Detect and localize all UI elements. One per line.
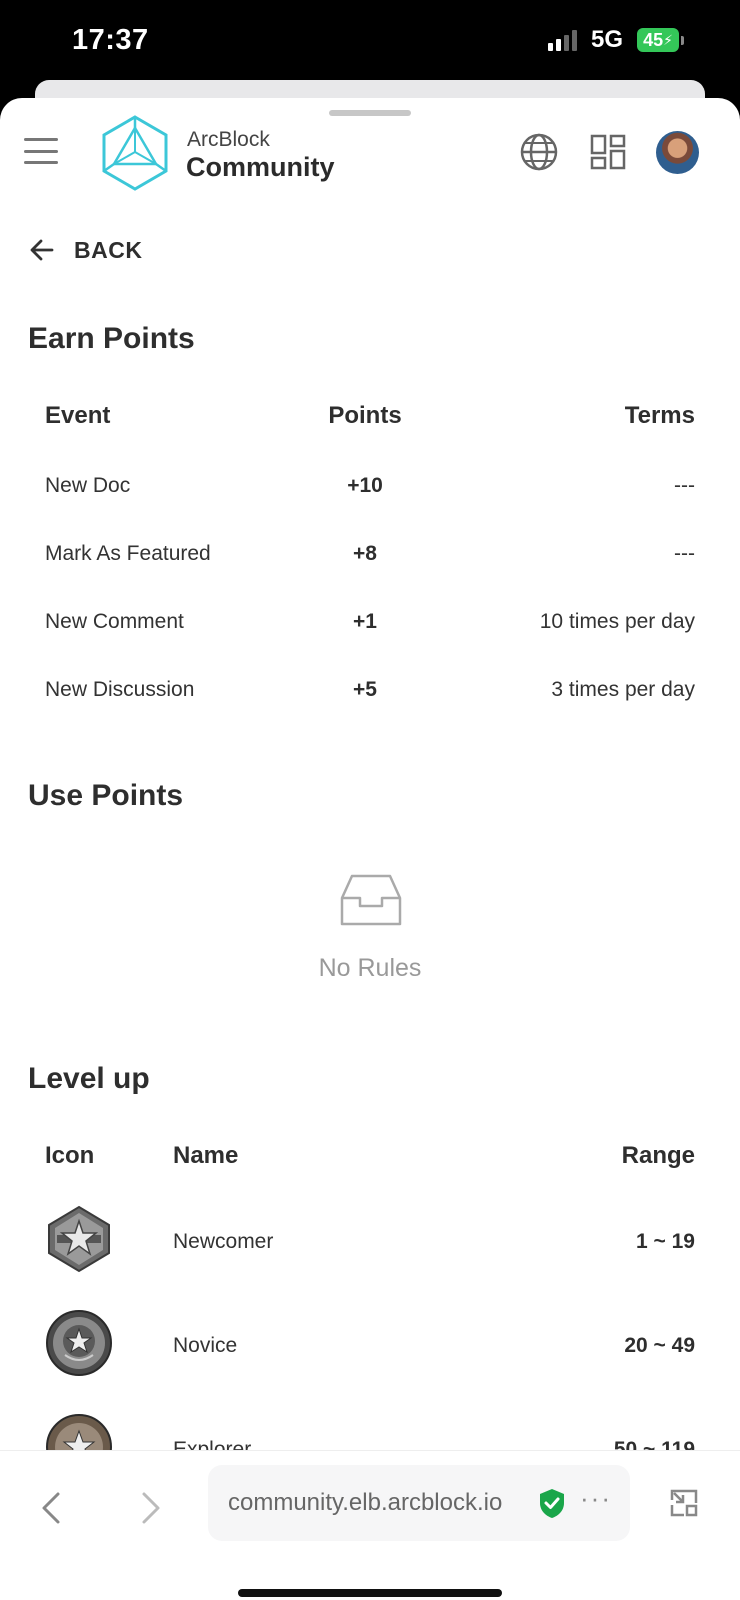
table-row: New Discussion +5 3 times per day (45, 670, 695, 710)
arcblock-logo-icon[interactable] (100, 114, 170, 192)
signal-icon (547, 29, 577, 51)
back-label: BACK (74, 236, 143, 263)
app-header: ArcBlock Community (0, 98, 740, 208)
points-cell: +1 (353, 610, 377, 633)
newcomer-badge-icon (48, 1205, 110, 1272)
back-button[interactable]: BACK (28, 236, 142, 264)
url-text: community.elb.arcblock.io (228, 1489, 503, 1516)
level-up-title: Level up (28, 1062, 150, 1095)
column-header-terms: Terms (624, 402, 695, 429)
column-header-icon: Icon (45, 1142, 95, 1169)
terms-cell: 10 times per day (539, 610, 695, 633)
network-type: 5G (590, 26, 623, 53)
event-cell: New Comment (45, 610, 184, 633)
globe-icon[interactable] (519, 132, 559, 172)
level-name: Novice (173, 1334, 238, 1357)
terms-cell: --- (674, 474, 695, 497)
level-badge-cell (45, 1205, 173, 1280)
home-indicator[interactable] (238, 1589, 502, 1597)
no-rules-text: No Rules (318, 954, 422, 982)
points-cell: +8 (353, 542, 377, 565)
table-row: New Comment +1 10 times per day (45, 602, 695, 642)
arrow-left-icon (30, 239, 54, 261)
browser-back-icon[interactable] (40, 1491, 62, 1525)
use-points-title: Use Points (28, 779, 184, 812)
status-indicators: 5G 45 ⚡ (547, 26, 684, 54)
level-name: Newcomer (173, 1230, 274, 1253)
apps-grid-icon[interactable] (590, 134, 626, 170)
user-avatar[interactable] (656, 131, 699, 174)
menu-icon[interactable] (24, 138, 58, 164)
address-bar[interactable]: community.elb.arcblock.io ··· (208, 1465, 630, 1541)
more-options-button[interactable]: ··· (580, 1483, 612, 1514)
level-badge-cell (45, 1309, 173, 1384)
points-cell: +10 (347, 474, 383, 497)
column-header-name: Name (173, 1142, 239, 1169)
table-header: Icon Name Range (45, 1138, 695, 1174)
brand-name: ArcBlock (187, 128, 270, 151)
terms-cell: --- (674, 542, 695, 565)
event-cell: New Doc (45, 474, 131, 497)
status-time: 17:37 (72, 24, 149, 56)
points-cell: +5 (353, 678, 377, 701)
level-range: 20 ~ 49 (624, 1334, 695, 1357)
column-header-points: Points (328, 402, 402, 429)
event-cell: Mark As Featured (45, 542, 211, 565)
table-header: Event Points Terms (45, 396, 695, 436)
novice-badge-icon (46, 1309, 112, 1376)
app-sheet: ArcBlock Community BACK Earn Points Even… (0, 98, 740, 1600)
browser-toolbar: community.elb.arcblock.io ··· (0, 1450, 740, 1600)
table-row: Newcomer 1 ~ 19 (45, 1205, 695, 1280)
table-row: New Doc +10 --- (45, 466, 695, 506)
battery-icon: 45 ⚡ (637, 28, 684, 52)
earn-points-title: Earn Points (28, 322, 195, 355)
secure-shield-icon (540, 1489, 564, 1518)
browser-forward-icon[interactable] (140, 1491, 162, 1525)
brand-title: Community (186, 152, 335, 182)
column-header-range: Range (621, 1142, 695, 1169)
level-range: 1 ~ 19 (636, 1230, 695, 1253)
battery-level: 45 (643, 29, 664, 50)
table-row: Mark As Featured +8 --- (45, 534, 695, 574)
column-header-event: Event (45, 402, 111, 429)
status-bar: 17:37 5G 45 ⚡ (0, 0, 740, 86)
event-cell: New Discussion (45, 678, 195, 701)
table-row: Novice 20 ~ 49 (45, 1309, 695, 1384)
terms-cell: 3 times per day (551, 678, 695, 701)
minimize-window-icon[interactable] (668, 1487, 700, 1519)
inbox-empty-icon (340, 874, 402, 926)
